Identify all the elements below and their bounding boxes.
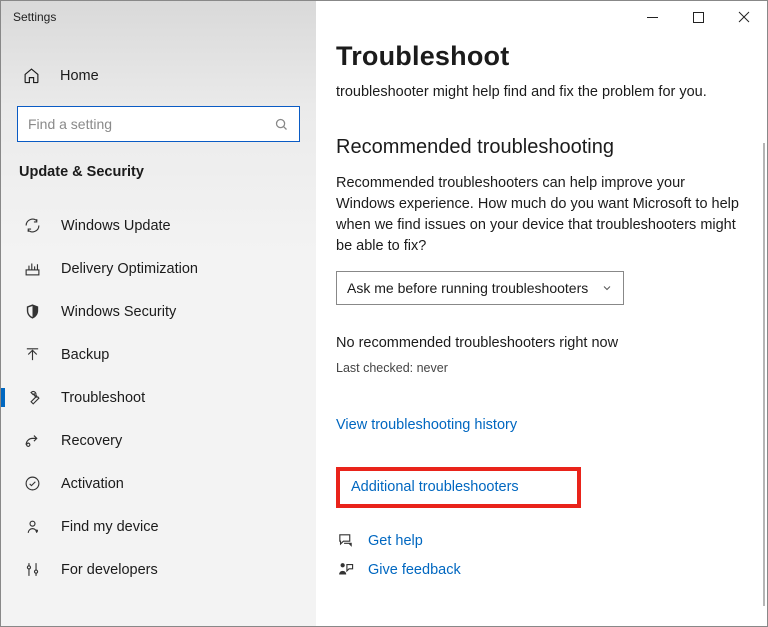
download-box-icon bbox=[23, 260, 41, 277]
page-title: Troubleshoot bbox=[336, 41, 739, 72]
maximize-button[interactable] bbox=[675, 1, 721, 33]
home-label: Home bbox=[60, 68, 99, 84]
check-circle-icon bbox=[23, 475, 41, 492]
link-additional-troubleshooters[interactable]: Additional troubleshooters bbox=[351, 479, 519, 495]
sidebar-item-backup[interactable]: Backup bbox=[1, 333, 316, 376]
nav-list: Windows Update Delivery Optimization Win… bbox=[1, 196, 316, 591]
content: Troubleshoot troubleshooter might help f… bbox=[316, 1, 767, 626]
sidebar-item-activation[interactable]: Activation bbox=[1, 462, 316, 505]
link-troubleshooting-history[interactable]: View troubleshooting history bbox=[336, 417, 739, 433]
link-get-help[interactable]: Get help bbox=[336, 532, 739, 549]
sidebar-item-recovery[interactable]: Recovery bbox=[1, 419, 316, 462]
locate-icon bbox=[23, 518, 41, 535]
section-heading: Recommended troubleshooting bbox=[336, 136, 739, 159]
titlebar: Settings bbox=[1, 1, 316, 33]
sidebar-item-label: Windows Update bbox=[61, 218, 171, 234]
last-checked-text: Last checked: never bbox=[336, 361, 739, 375]
sidebar-item-troubleshoot[interactable]: Troubleshoot bbox=[1, 376, 316, 419]
sidebar-item-for-developers[interactable]: For developers bbox=[1, 548, 316, 591]
sidebar-item-label: Windows Security bbox=[61, 304, 176, 320]
status-text: No recommended troubleshooters right now bbox=[336, 335, 739, 351]
window-title: Settings bbox=[13, 10, 56, 24]
wrench-icon bbox=[23, 389, 41, 406]
sliders-icon bbox=[23, 561, 41, 578]
troubleshooting-preference-dropdown[interactable]: Ask me before running troubleshooters bbox=[336, 271, 624, 305]
shield-icon bbox=[23, 303, 41, 320]
highlight-box: Additional troubleshooters bbox=[336, 467, 581, 508]
chevron-down-icon bbox=[601, 282, 613, 294]
feedback-icon bbox=[336, 561, 354, 578]
sidebar-item-label: For developers bbox=[61, 562, 158, 578]
sync-icon bbox=[23, 217, 41, 234]
link-give-feedback[interactable]: Give feedback bbox=[336, 561, 739, 578]
search-icon bbox=[274, 117, 289, 132]
search-input[interactable] bbox=[17, 106, 300, 142]
arrow-up-icon bbox=[23, 346, 41, 363]
minimize-button[interactable] bbox=[629, 1, 675, 33]
section-body: Recommended troubleshooters can help imp… bbox=[336, 173, 739, 257]
intro-text: troubleshooter might help find and fix t… bbox=[336, 82, 739, 102]
sidebar-item-label: Troubleshoot bbox=[61, 390, 145, 406]
scrollbar[interactable] bbox=[763, 143, 765, 606]
sidebar-item-label: Activation bbox=[61, 476, 124, 492]
sidebar-item-delivery-optimization[interactable]: Delivery Optimization bbox=[1, 247, 316, 290]
dropdown-value: Ask me before running troubleshooters bbox=[347, 280, 588, 296]
sidebar-item-label: Find my device bbox=[61, 519, 159, 535]
home-button[interactable]: Home bbox=[1, 55, 316, 96]
sidebar-item-windows-update[interactable]: Windows Update bbox=[1, 204, 316, 247]
sidebar: Settings Home Update & Security Windows … bbox=[1, 1, 316, 626]
link-label: Get help bbox=[368, 533, 423, 549]
window-controls bbox=[629, 1, 767, 33]
chat-help-icon bbox=[336, 532, 354, 549]
sidebar-item-label: Recovery bbox=[61, 433, 122, 449]
sidebar-item-windows-security[interactable]: Windows Security bbox=[1, 290, 316, 333]
sidebar-item-find-my-device[interactable]: Find my device bbox=[1, 505, 316, 548]
search-field[interactable] bbox=[28, 116, 274, 132]
home-icon bbox=[23, 67, 40, 84]
help-links: Get help Give feedback bbox=[336, 532, 739, 578]
section-title: Update & Security bbox=[1, 160, 316, 196]
recovery-icon bbox=[23, 432, 41, 449]
close-button[interactable] bbox=[721, 1, 767, 33]
sidebar-item-label: Backup bbox=[61, 347, 109, 363]
link-label: Give feedback bbox=[368, 562, 461, 578]
sidebar-item-label: Delivery Optimization bbox=[61, 261, 198, 277]
main-pane: Troubleshoot troubleshooter might help f… bbox=[316, 1, 767, 626]
